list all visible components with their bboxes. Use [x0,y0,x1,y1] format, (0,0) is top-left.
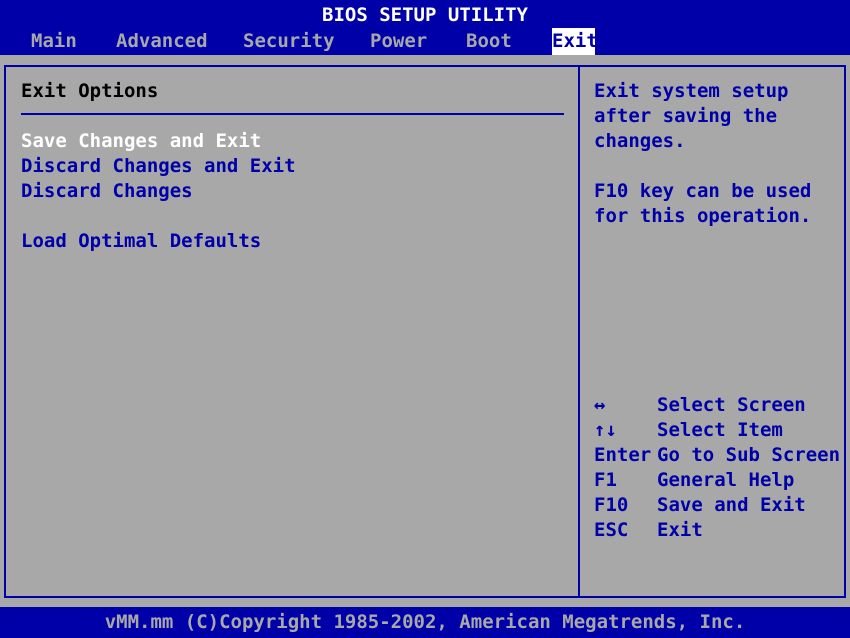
help-text-line [594,154,839,179]
help-pane: Exit system setup after saving the chang… [594,79,839,229]
tab-power[interactable]: Power [370,28,427,55]
bios-title-bar: BIOS SETUP UTILITY [0,0,850,28]
menu-bar: Main Advanced Security Power Boot Exit [0,28,850,55]
pane-title: Exit Options [21,80,159,102]
key-action: Go to Sub Screen [657,444,841,466]
option-list: Save Changes and Exit Discard Changes an… [21,129,566,254]
discard-changes-option[interactable]: Discard Changes [21,179,566,204]
key-row-enter: Enter Go to Sub Screen [594,443,841,468]
save-changes-and-exit-option[interactable]: Save Changes and Exit [21,129,566,154]
title-divider [21,113,564,115]
key-row-select-screen: ↔ Select Screen [594,393,839,418]
pane-divider [578,67,580,596]
copyright-text: vMM.mm (C)Copyright 1985-2002, American … [104,611,746,633]
help-text-line: Exit system setup [594,80,789,102]
key-action: Save and Exit [657,494,806,516]
key-row-f10: F10 Save and Exit [594,493,839,518]
key-label: F1 [594,469,617,491]
option-spacer [21,204,566,229]
tab-main[interactable]: Main [31,28,77,55]
load-optimal-defaults-option[interactable]: Load Optimal Defaults [21,229,566,254]
key-row-esc: ESC Exit [594,518,839,543]
up-down-arrow-icon: ↑↓ [594,419,617,441]
key-legend: ↔ Select Screen ↑↓ Select Item Enter Go … [594,393,841,543]
bios-title: BIOS SETUP UTILITY [322,4,528,26]
exit-options-pane: Exit Options Save Changes and Exit Disca… [21,79,566,254]
key-label: F10 [594,494,629,516]
key-action: General Help [657,469,795,491]
key-action: Select Item [657,419,783,441]
key-action: Select Screen [657,394,806,416]
copyright-footer: vMM.mm (C)Copyright 1985-2002, American … [0,607,850,638]
tab-advanced[interactable]: Advanced [116,28,208,55]
main-area: Exit Options Save Changes and Exit Disca… [0,55,850,607]
discard-changes-and-exit-option[interactable]: Discard Changes and Exit [21,154,566,179]
help-text-line: for this operation. [594,205,812,227]
key-row-f1: F1 General Help [594,468,839,493]
key-row-select-item: ↑↓ Select Item [594,418,839,443]
key-label: ESC [594,519,629,541]
help-text-line: after saving the [594,105,778,127]
tab-boot[interactable]: Boot [466,28,512,55]
left-right-arrow-icon: ↔ [594,394,606,416]
help-text-line: F10 key can be used [594,180,812,202]
tab-exit[interactable]: Exit [552,28,598,55]
key-action: Exit [657,519,703,541]
key-label: Enter [594,444,652,466]
help-text-line: changes. [594,130,686,152]
content-frame: Exit Options Save Changes and Exit Disca… [4,65,846,598]
tab-security[interactable]: Security [243,28,335,55]
